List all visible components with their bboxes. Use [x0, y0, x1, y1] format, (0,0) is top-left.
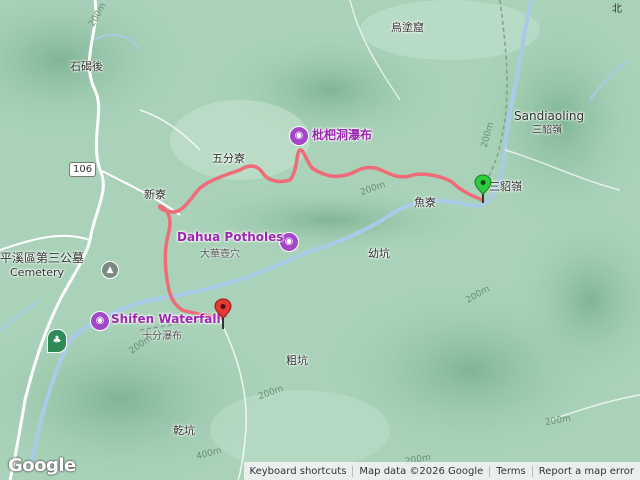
- place-label: 新寮: [144, 188, 166, 201]
- place-label: 五分寮: [212, 152, 245, 165]
- top-right-label: 北: [612, 4, 622, 15]
- cemetery-icon[interactable]: ▲: [101, 261, 119, 279]
- google-logo: Google: [8, 455, 76, 476]
- place-label: 三貂嶺: [489, 180, 522, 193]
- start-marker-icon[interactable]: [474, 174, 492, 204]
- place-label: 乾坑: [173, 424, 195, 437]
- place-label: Cemetery: [10, 266, 65, 279]
- place-label: 三貂嶺: [532, 125, 562, 136]
- poi-sublabel: 大華壺穴: [200, 249, 240, 260]
- keyboard-shortcuts-link[interactable]: Keyboard shortcuts: [244, 465, 354, 477]
- map-canvas[interactable]: 石碣後 烏塗窟 五分寮 新寮 魚寮 幼坑 粗坑 乾坑 三貂嶺 平溪區第三公墓 C…: [0, 0, 640, 480]
- poi-label[interactable]: 枇杷洞瀑布: [312, 129, 372, 142]
- poi-label[interactable]: Dahua Potholes: [177, 231, 283, 244]
- place-label: 粗坑: [286, 354, 308, 367]
- place-label: 石碣後: [70, 60, 103, 73]
- place-label: 幼坑: [368, 247, 390, 260]
- place-label: 平溪區第三公墓: [0, 251, 85, 265]
- place-label: 魚寮: [414, 196, 436, 209]
- camera-icon[interactable]: ◉: [90, 311, 110, 331]
- park-icon[interactable]: ♣: [47, 329, 67, 353]
- place-label: 烏塗窟: [391, 21, 424, 34]
- report-error-link[interactable]: Report a map error: [533, 466, 640, 477]
- road-shield: 106: [69, 162, 97, 177]
- terms-link[interactable]: Terms: [490, 465, 533, 477]
- camera-icon[interactable]: ◉: [289, 126, 309, 146]
- attribution-bar: Keyboard shortcuts Map data ©2026 Google…: [243, 462, 640, 480]
- end-marker-icon[interactable]: [214, 298, 232, 330]
- place-label: Sandiaoling: [514, 109, 585, 123]
- poi-label[interactable]: Shifen Waterfall: [111, 313, 221, 326]
- map-data-text: Map data ©2026 Google: [353, 465, 491, 477]
